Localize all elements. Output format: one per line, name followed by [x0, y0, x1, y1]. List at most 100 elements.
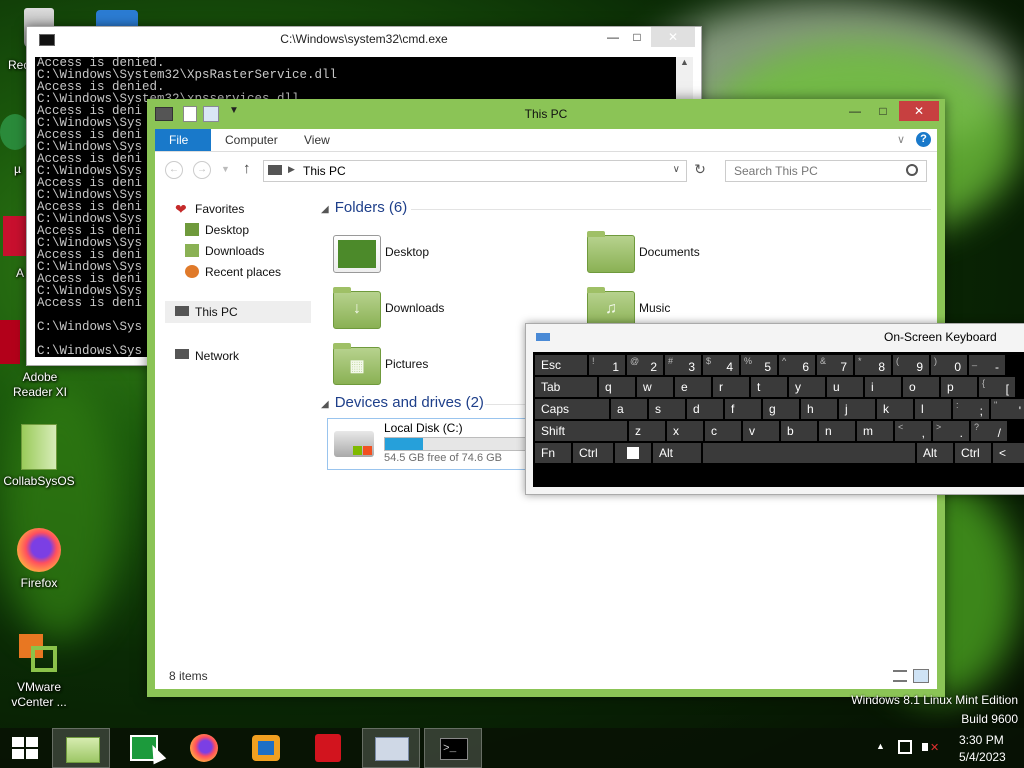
osk-key[interactable]: #3 — [665, 355, 701, 375]
taskbar-firefox[interactable] — [176, 728, 234, 768]
osk-key[interactable]: p — [941, 377, 977, 397]
osk-key[interactable]: u — [827, 377, 863, 397]
osk-key[interactable]: ! 1 — [589, 355, 625, 375]
taskbar-acrobat[interactable] — [300, 728, 358, 768]
clock-time[interactable]: 3:30 PM — [959, 733, 1004, 747]
nav-this-pc[interactable]: This PC — [165, 301, 311, 323]
osk-key[interactable]: f — [725, 399, 761, 419]
tab-computer[interactable]: Computer — [211, 129, 292, 151]
osk-key[interactable]: g — [763, 399, 799, 419]
osk-key[interactable]: l — [915, 399, 951, 419]
tab-view[interactable]: View — [290, 129, 344, 151]
osk-key[interactable]: n — [819, 421, 855, 441]
osk-key[interactable]: i — [865, 377, 901, 397]
osk-key[interactable]: $4 — [703, 355, 739, 375]
osk-key[interactable]: e — [675, 377, 711, 397]
osk-key[interactable]: t — [751, 377, 787, 397]
details-view-icon[interactable] — [893, 670, 907, 682]
osk-key[interactable]: z — [629, 421, 665, 441]
large-icons-view-icon[interactable] — [913, 669, 929, 683]
osk-key[interactable]: m — [857, 421, 893, 441]
folder-documents[interactable]: Documents — [587, 231, 827, 279]
osk-titlebar[interactable]: On-Screen Keyboard — [526, 324, 1024, 350]
show-hidden-icons-icon[interactable]: ▲ — [876, 741, 885, 751]
osk-key[interactable]: @2 — [627, 355, 663, 375]
osk-key[interactable]: ) 0 — [931, 355, 967, 375]
taskbar-outlook[interactable] — [238, 728, 296, 768]
volume-muted-icon[interactable]: ✕ — [922, 739, 939, 755]
osk-key[interactable]: v — [743, 421, 779, 441]
up-arrow-icon[interactable]: ↑ — [243, 160, 251, 177]
scroll-up-arrow-icon[interactable]: ▲ — [676, 57, 693, 67]
taskbar-cmd[interactable]: >_ — [424, 728, 482, 768]
osk-key[interactable]: {[ — [979, 377, 1015, 397]
osk-key[interactable]: o — [903, 377, 939, 397]
osk-key[interactable]: h — [801, 399, 837, 419]
osk-key[interactable]: a — [611, 399, 647, 419]
network-icon[interactable] — [898, 740, 912, 754]
nav-favorites[interactable]: ❤ Favorites — [175, 199, 305, 219]
osk-key[interactable]: ? / — [971, 421, 1007, 441]
osk-key[interactable]: x — [667, 421, 703, 441]
desktop-icon-collabsysos[interactable]: CollabSysOS — [0, 424, 78, 488]
osk-key[interactable]: j — [839, 399, 875, 419]
osk-key[interactable]: c — [705, 421, 741, 441]
local-disk-c[interactable]: Local Disk (C:) 54.5 GB free of 74.6 GB — [327, 418, 529, 470]
osk-key[interactable]: < — [993, 443, 1024, 463]
osk-key[interactable]: Esc — [535, 355, 587, 375]
osk-key[interactable]: * 8 — [855, 355, 891, 375]
back-arrow-icon[interactable]: ← — [165, 161, 183, 179]
osk-key[interactable]: Shift — [535, 421, 627, 441]
on-screen-keyboard-window[interactable]: On-Screen Keyboard Esc! 1 @2 #3 $4% 5 ^ 6 & 7 * 8(9… — [525, 323, 1024, 495]
address-bar[interactable]: ▶ This PC ∨ — [263, 160, 687, 182]
folders-group-header[interactable]: ◢ Folders (6) — [321, 199, 407, 216]
osk-key[interactable]: (9 — [893, 355, 929, 375]
ribbon-expand-icon[interactable]: ∨ — [897, 133, 905, 146]
tab-file[interactable]: File — [155, 129, 211, 151]
nav-recent-places[interactable]: Recent places — [185, 262, 305, 282]
maximize-button[interactable]: □ — [869, 101, 897, 121]
nav-network[interactable]: Network — [175, 346, 305, 366]
search-input[interactable]: Search This PC — [725, 160, 927, 182]
osk-key[interactable]: Alt — [917, 443, 953, 463]
taskbar-file-explorer[interactable] — [52, 728, 110, 768]
osk-key[interactable]: y — [789, 377, 825, 397]
osk-key[interactable]: q — [599, 377, 635, 397]
maximize-button[interactable]: □ — [623, 27, 651, 47]
clock-date[interactable]: 5/4/2023 — [959, 750, 1006, 764]
osk-key[interactable]: <, — [895, 421, 931, 441]
osk-key[interactable]: ^ 6 — [779, 355, 815, 375]
start-button[interactable] — [0, 728, 50, 768]
address-dropdown-icon[interactable]: ∨ — [673, 164, 680, 175]
minimize-button[interactable]: — — [841, 101, 869, 121]
nav-desktop[interactable]: Desktop — [185, 220, 305, 240]
help-icon[interactable]: ? — [916, 132, 931, 147]
folder-desktop[interactable]: Desktop — [333, 235, 573, 279]
osk-key[interactable]: Caps — [535, 399, 609, 419]
osk-key[interactable] — [615, 443, 651, 463]
osk-key[interactable]: Fn — [535, 443, 571, 463]
desktop-icon-firefox[interactable]: Firefox — [0, 528, 78, 590]
nav-downloads[interactable]: Downloads — [185, 241, 305, 261]
osk-key[interactable]: _ - — [969, 355, 1005, 375]
taskbar-store[interactable] — [114, 728, 172, 768]
refresh-icon[interactable]: ↻ — [691, 161, 709, 179]
close-button[interactable]: ✕ — [651, 27, 695, 47]
osk-key[interactable]: % 5 — [741, 355, 777, 375]
osk-key[interactable]: Ctrl — [955, 443, 991, 463]
osk-key[interactable]: Tab — [535, 377, 597, 397]
osk-key[interactable]: k — [877, 399, 913, 419]
osk-key[interactable]: Ctrl — [573, 443, 613, 463]
recent-dropdown-icon[interactable]: ▼ — [221, 164, 230, 174]
osk-key[interactable]: w — [637, 377, 673, 397]
taskbar-on-screen-keyboard[interactable] — [362, 728, 420, 768]
osk-key[interactable]: b — [781, 421, 817, 441]
osk-key[interactable]: :; — [953, 399, 989, 419]
osk-key[interactable]: d — [687, 399, 723, 419]
forward-arrow-icon[interactable]: → — [193, 161, 211, 179]
cmd-titlebar[interactable]: C:\Windows\system32\cmd.exe — □ ✕ — [27, 27, 701, 51]
breadcrumb-this-pc[interactable]: This PC — [303, 164, 346, 178]
desktop-icon-vmware-vcenter[interactable]: VMware vCenter ... — [0, 632, 78, 710]
osk-key[interactable]: s — [649, 399, 685, 419]
osk-key[interactable]: & 7 — [817, 355, 853, 375]
